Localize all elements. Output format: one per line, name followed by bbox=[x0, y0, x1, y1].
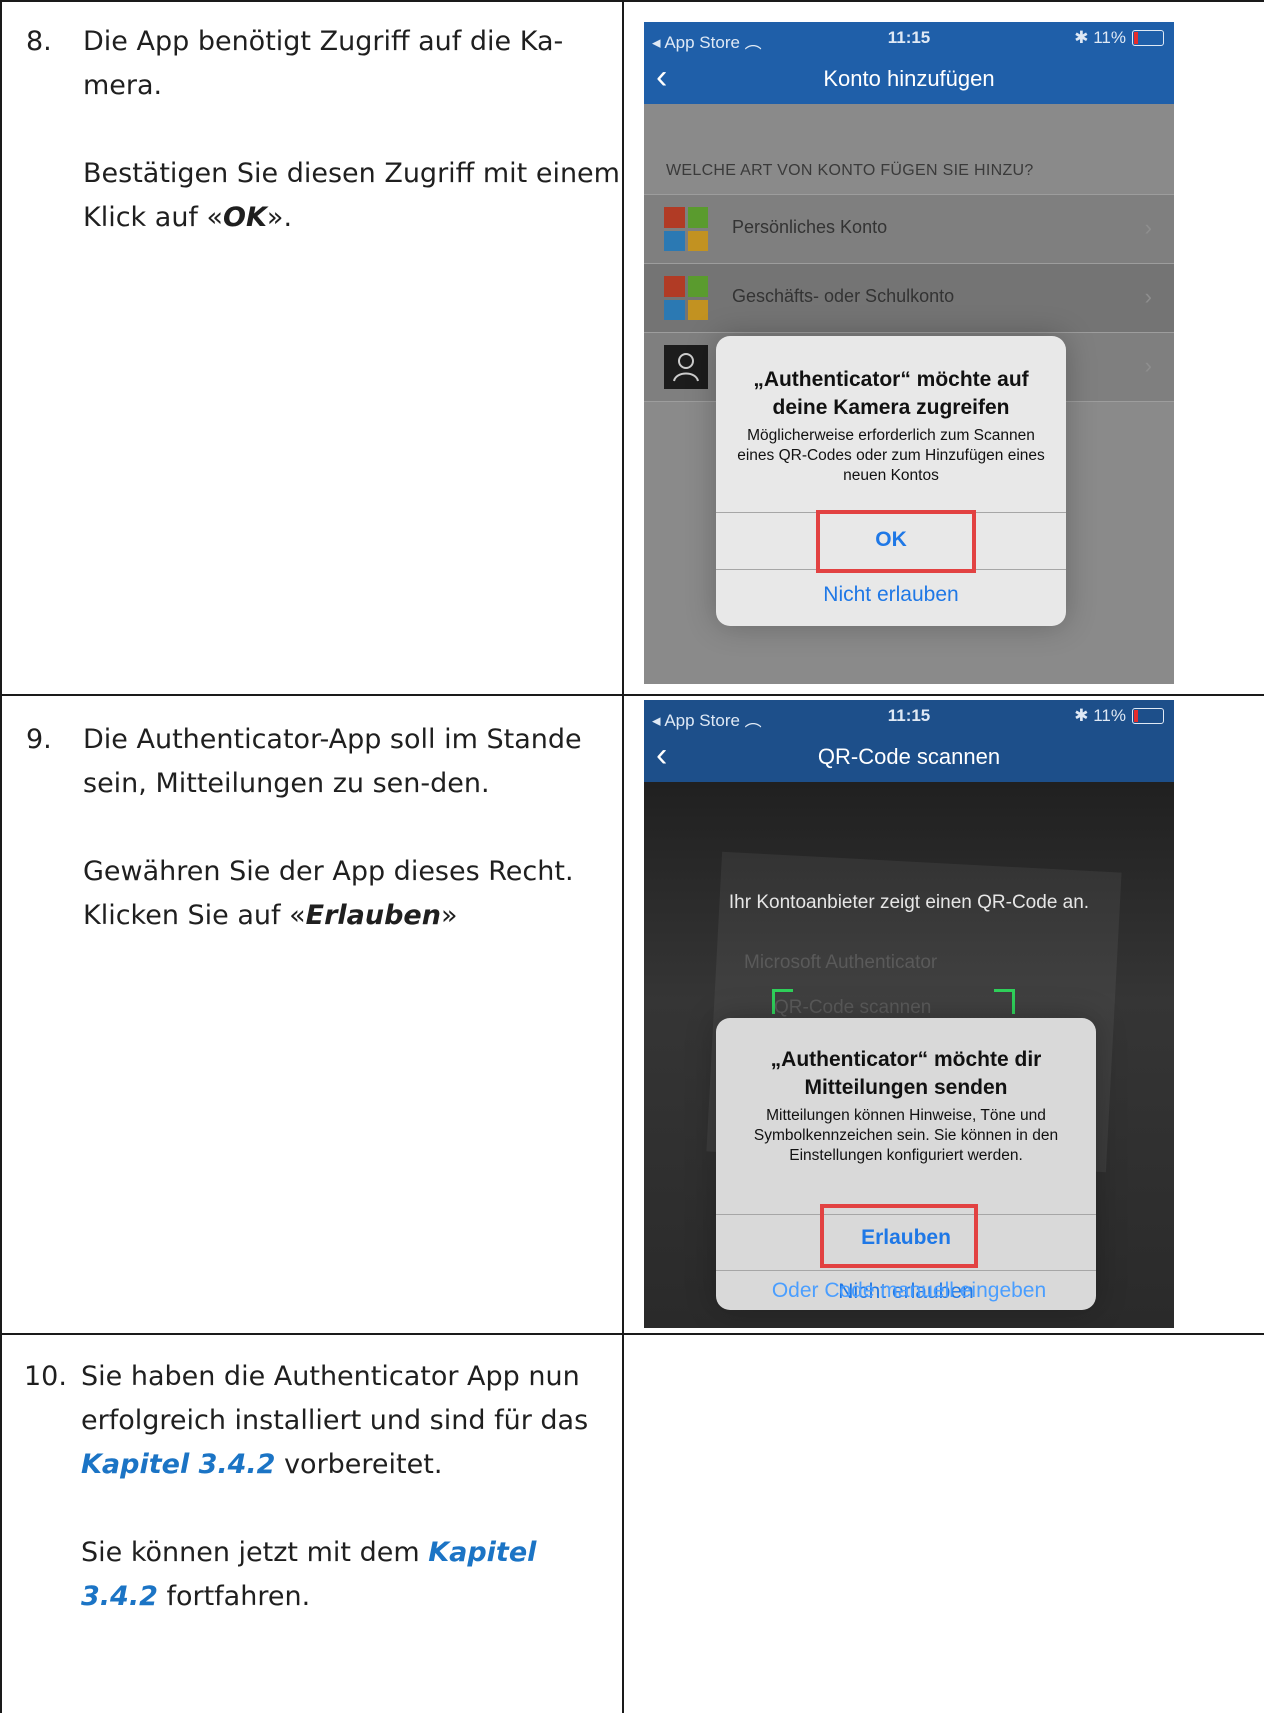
row-divider bbox=[0, 694, 1264, 696]
chevron-right-icon: › bbox=[1144, 215, 1152, 240]
battery-percent: 11% bbox=[1093, 706, 1126, 725]
battery-percent: 11% bbox=[1093, 28, 1126, 47]
row-divider bbox=[0, 1333, 1264, 1335]
step-line: Die App benötigt Zugriff auf die Ka- bbox=[83, 26, 564, 57]
nav-bar: ‹ QR-Code scannen bbox=[644, 732, 1174, 782]
highlight-box bbox=[816, 510, 976, 573]
list-item-personal[interactable]: Persönliches Konto › bbox=[644, 194, 1174, 263]
alert-title: „Authenticator“ möchte auf deine Kamera … bbox=[753, 368, 1029, 419]
instruction-text: Sie können jetzt mit dem bbox=[81, 1537, 429, 1568]
qr-frame-corner-left bbox=[772, 989, 793, 1014]
camera-background-text: Microsoft Authenticator bbox=[744, 952, 938, 973]
status-bar: ◂ App Store ︵ 11:15 ✱ 11% bbox=[644, 700, 1174, 732]
microsoft-logo-icon bbox=[664, 276, 708, 320]
manual-entry-link[interactable]: Oder Code manuell eingeben bbox=[644, 1279, 1174, 1303]
camera-permission-alert: „Authenticator“ möchte auf deine Kamera … bbox=[716, 336, 1066, 626]
microsoft-logo-icon bbox=[664, 207, 708, 251]
battery-icon bbox=[1132, 708, 1164, 724]
camera-background-text: QR-Code scannen bbox=[774, 997, 932, 1018]
chapter-link[interactable]: Kapitel 3.4.2 bbox=[81, 1449, 275, 1480]
deny-button[interactable]: Nicht erlauben bbox=[716, 583, 1066, 607]
phone-screenshot-camera: ◂ App Store ︵ 11:15 ✱ 11% ‹ Konto hinzuf… bbox=[644, 22, 1174, 684]
step-line: mera. bbox=[83, 70, 163, 101]
step-number: 10. bbox=[24, 1361, 67, 1392]
step-text: Die App benötigt Zugriff auf die Ka-mera… bbox=[83, 20, 623, 108]
emphasis-ok: OK bbox=[223, 202, 267, 233]
alert-message: Mitteilungen können Hinweise, Töne und S… bbox=[753, 1107, 1059, 1164]
list-item-label: Geschäfts- oder Schulkonto bbox=[732, 286, 955, 306]
status-battery-text: ✱ 11% bbox=[1074, 28, 1126, 48]
bluetooth-icon: ✱ bbox=[1074, 706, 1089, 725]
status-battery-text: ✱ 11% bbox=[1074, 706, 1126, 726]
instruction-text: fortfahren. bbox=[157, 1581, 311, 1612]
alert-title: „Authenticator“ möchte dir Mitteilungen … bbox=[770, 1048, 1042, 1099]
qr-frame-corner-right bbox=[994, 989, 1015, 1014]
alert-message: Möglicherweise erforderlich zum Scannen … bbox=[737, 427, 1045, 484]
list-item-business[interactable]: Geschäfts- oder Schulkonto › bbox=[644, 263, 1174, 332]
highlight-box bbox=[820, 1204, 978, 1268]
status-bar: ◂ App Store ︵ 11:15 ✱ 11% bbox=[644, 22, 1174, 54]
instruction-text: ». bbox=[266, 202, 293, 233]
nav-title: QR-Code scannen bbox=[817, 744, 1001, 769]
phone-screenshot-notifications: ◂ App Store ︵ 11:15 ✱ 11% ‹ QR-Code scan… bbox=[644, 700, 1174, 1328]
section-header: WELCHE ART VON KONTO FÜGEN SIE HINZU? bbox=[666, 162, 1034, 179]
step-number: 9. bbox=[26, 724, 52, 755]
nav-title: Konto hinzufügen bbox=[823, 66, 995, 91]
step-instruction: Gewähren Sie der App dieses Recht. Klick… bbox=[83, 850, 603, 938]
battery-icon bbox=[1132, 30, 1164, 46]
table-border-left bbox=[0, 0, 2, 1713]
step-text: Sie haben die Authenticator App nun erfo… bbox=[81, 1355, 601, 1487]
chevron-right-icon: › bbox=[1144, 353, 1152, 378]
person-icon bbox=[664, 345, 708, 389]
scan-hint: Ihr Kontoanbieter zeigt einen QR-Code an… bbox=[728, 892, 1090, 913]
bluetooth-icon: ✱ bbox=[1074, 28, 1089, 47]
step-text: Die Authenticator-App soll im Stande sei… bbox=[83, 724, 582, 799]
instruction-text: Bestätigen Sie diesen Zugriff mit einem … bbox=[83, 158, 620, 233]
step-instruction: Sie können jetzt mit dem Kapitel 3.4.2 f… bbox=[81, 1531, 601, 1619]
list-item-label: Persönliches Konto bbox=[732, 217, 888, 237]
step-instruction: Bestätigen Sie diesen Zugriff mit einem … bbox=[83, 152, 623, 240]
alert-divider bbox=[716, 1270, 1096, 1271]
emphasis-erlauben: Erlauben bbox=[305, 900, 441, 931]
nav-bar: ‹ Konto hinzufügen bbox=[644, 54, 1174, 104]
table-border-top bbox=[0, 0, 1264, 2]
step-number: 8. bbox=[26, 26, 52, 57]
instruction-text: » bbox=[440, 900, 458, 931]
step-line: vorbereitet. bbox=[275, 1449, 443, 1480]
chevron-right-icon: › bbox=[1144, 284, 1152, 309]
step-line: Sie haben die Authenticator App nun erfo… bbox=[81, 1361, 589, 1436]
